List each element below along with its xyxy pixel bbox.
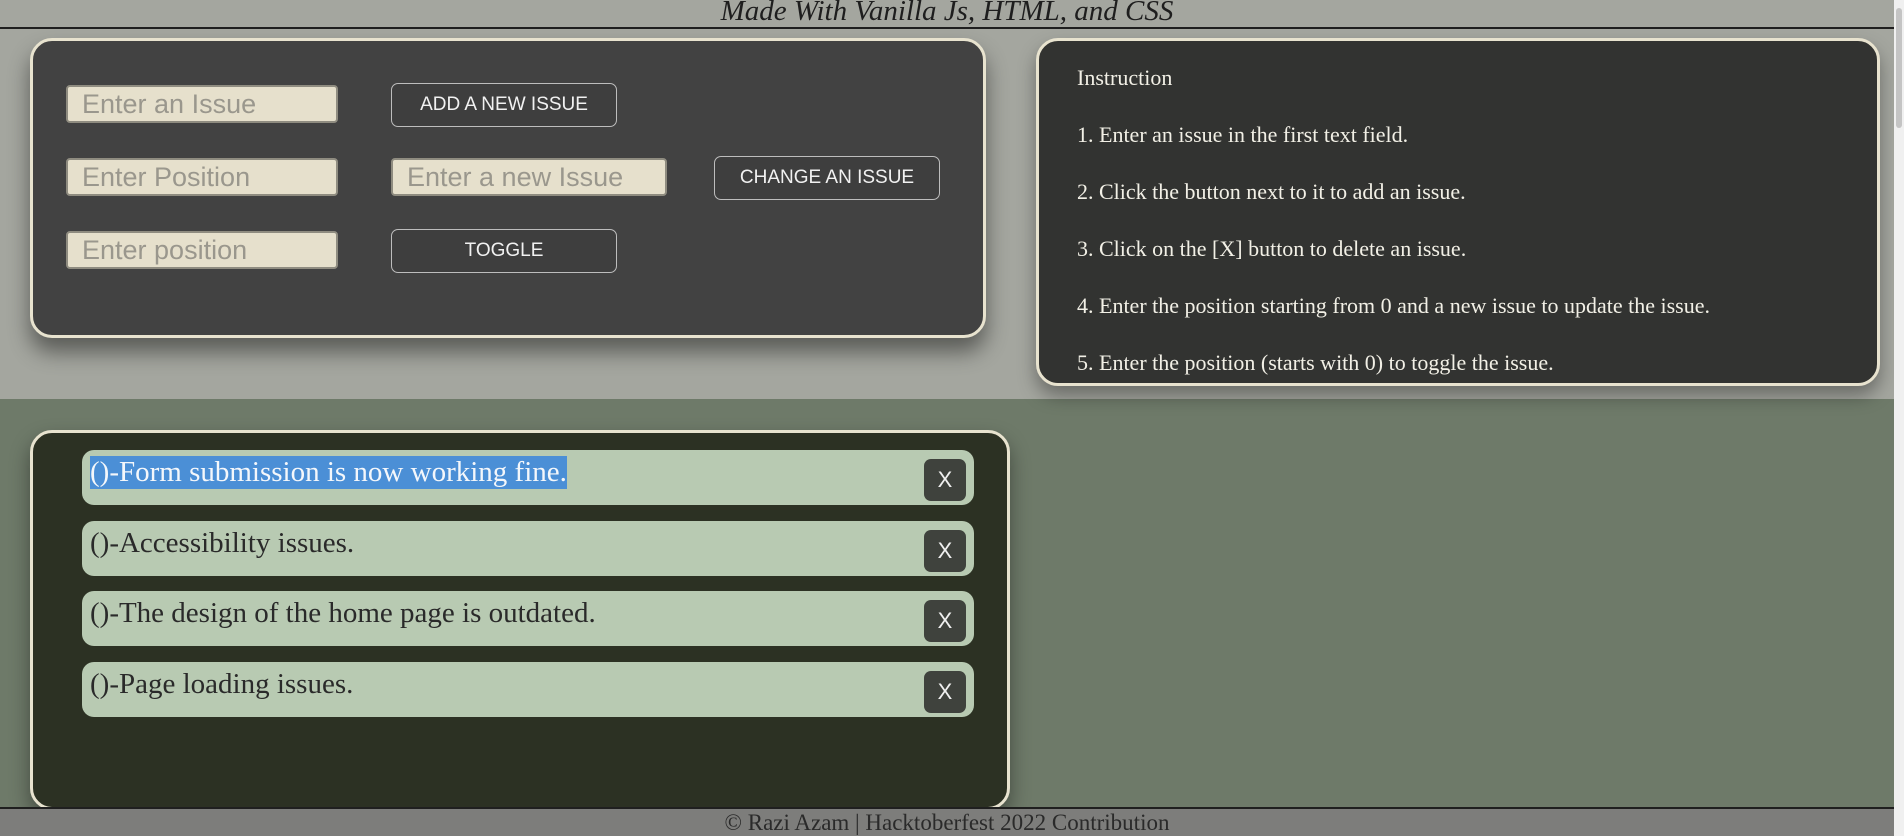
change-issue-button[interactable]: CHANGE AN ISSUE [714, 156, 940, 200]
header-text: Made With Vanilla Js, HTML, and CSS [720, 0, 1174, 27]
issue-list-card: ()-Form submission is now working fine. … [30, 430, 1010, 810]
instructions-title: Instruction [1077, 65, 1173, 90]
issue-text: ()-Accessibility issues. [90, 527, 355, 559]
issue-text: ()-The design of the home page is outdat… [90, 597, 596, 629]
issue-item: ()-Accessibility issues. X [82, 521, 974, 576]
toggle-button[interactable]: TOGGLE [391, 229, 617, 273]
issue-item: ()-The design of the home page is outdat… [82, 591, 974, 646]
new-issue-input[interactable] [391, 158, 667, 196]
issue-input[interactable] [66, 85, 338, 123]
issue-item: ()-Form submission is now working fine. … [82, 450, 974, 505]
controls-card: ADD A NEW ISSUE CHANGE AN ISSUE TOGGLE [30, 38, 986, 338]
delete-issue-button[interactable]: X [924, 530, 966, 572]
issue-text: ()-Page loading issues. [90, 668, 354, 700]
instruction-step-2: 2. Click the button next to it to add an… [1077, 179, 1466, 204]
page-header: Made With Vanilla Js, HTML, and CSS [0, 0, 1894, 29]
issue-item: ()-Page loading issues. X [82, 662, 974, 717]
instruction-step-4: 4. Enter the position starting from 0 an… [1077, 293, 1710, 318]
delete-issue-button[interactable]: X [924, 459, 966, 501]
instruction-step-1: 1. Enter an issue in the first text fiel… [1077, 122, 1409, 147]
footer-text: © Razi Azam | Hacktoberfest 2022 Contrib… [724, 810, 1170, 835]
add-issue-button[interactable]: ADD A NEW ISSUE [391, 83, 617, 127]
instruction-step-5: 5. Enter the position (starts with 0) to… [1077, 350, 1554, 375]
delete-issue-button[interactable]: X [924, 600, 966, 642]
issue-text: ()-Form submission is now working fine. [90, 456, 567, 489]
delete-issue-button[interactable]: X [924, 671, 966, 713]
toggle-position-input[interactable] [66, 231, 338, 269]
instruction-step-3: 3. Click on the [X] button to delete an … [1077, 236, 1467, 261]
vertical-scrollbar[interactable] [1894, 0, 1904, 836]
instructions-card: Instruction 1. Enter an issue in the fir… [1036, 38, 1880, 386]
page-footer: © Razi Azam | Hacktoberfest 2022 Contrib… [0, 807, 1894, 836]
position-input[interactable] [66, 158, 338, 196]
scrollbar-thumb[interactable] [1896, 8, 1902, 128]
